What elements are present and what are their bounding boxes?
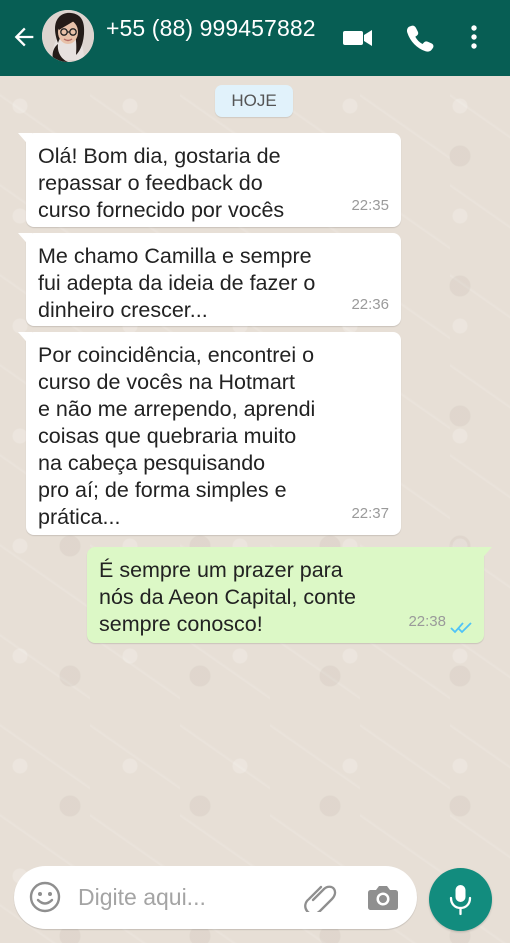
microphone-icon <box>449 885 472 916</box>
more-vertical-icon[interactable] <box>461 22 495 52</box>
message-text: Me chamo Camilla e sempre fui adepta da … <box>38 244 316 322</box>
video-call-icon[interactable] <box>341 22 375 52</box>
message-text: É sempre um prazer para nós da Aeon Capi… <box>99 558 356 636</box>
message-tail <box>18 133 32 149</box>
message-time: 22:36 <box>351 296 389 313</box>
message-text: Por coincidência, encontrei o curso de v… <box>38 343 316 529</box>
back-arrow-icon[interactable] <box>10 23 38 51</box>
microphone-button[interactable] <box>429 868 492 931</box>
chat-area: HOJE Olá! Bom dia, gostaria de repassar … <box>0 76 510 943</box>
incoming-message[interactable]: Por coincidência, encontrei o curso de v… <box>18 332 401 535</box>
date-divider: HOJE <box>215 85 293 117</box>
phone-icon[interactable] <box>403 22 437 52</box>
whatsapp-chat-screen: +55 (88) 999457882 HOJE Olá! Bom dia, go… <box>0 0 510 943</box>
message-text: Olá! Bom dia, gostaria de repassar o fee… <box>38 144 285 222</box>
contact-name[interactable]: +55 (88) 999457882 <box>106 15 316 42</box>
message-time: 22:37 <box>351 505 389 522</box>
incoming-message[interactable]: Olá! Bom dia, gostaria de repassar o fee… <box>18 133 401 227</box>
message-composer <box>14 866 417 929</box>
avatar[interactable] <box>42 10 94 62</box>
attachment-icon[interactable] <box>304 884 338 912</box>
incoming-message[interactable]: Me chamo Camilla e sempre fui adepta da … <box>18 233 401 326</box>
message-time: 22:35 <box>351 197 389 214</box>
outgoing-message[interactable]: É sempre um prazer para nós da Aeon Capi… <box>87 547 492 643</box>
message-time: 22:38 <box>408 613 446 630</box>
message-tail <box>18 233 32 249</box>
chat-header: +55 (88) 999457882 <box>0 0 510 76</box>
read-receipt-icon <box>450 622 472 634</box>
message-tail <box>18 332 32 348</box>
emoji-icon[interactable] <box>28 880 62 914</box>
message-input[interactable] <box>78 880 288 915</box>
message-tail <box>478 547 492 563</box>
camera-icon[interactable] <box>366 880 400 914</box>
